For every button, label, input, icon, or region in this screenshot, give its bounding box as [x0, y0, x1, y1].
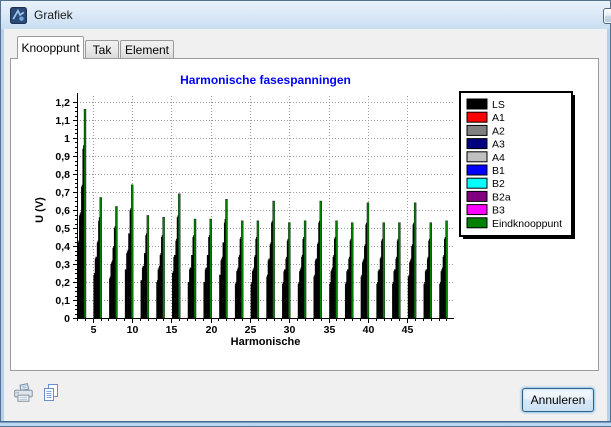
bar-Eindknooppunt — [147, 215, 149, 318]
bar-Eindknooppunt — [257, 221, 259, 318]
bar-Eindknooppunt — [84, 109, 86, 318]
chart-title: Harmonische fasespanningen — [180, 73, 351, 87]
bar-Eindknooppunt — [100, 197, 102, 318]
x-tick-label: 45 — [402, 324, 414, 336]
tab-element[interactable]: Element — [120, 40, 174, 58]
bar-Eindknooppunt — [304, 221, 306, 318]
print-icon — [13, 382, 35, 404]
legend-label: A2 — [492, 125, 505, 137]
y-tick-label: 0,2 — [55, 277, 70, 289]
dialog-window: Grafiek ✕ Knooppunt Tak Element 00,10,20… — [0, 0, 611, 427]
legend-label: B2a — [492, 191, 511, 203]
bar-Eindknooppunt — [115, 206, 117, 318]
bar-Eindknooppunt — [414, 203, 416, 318]
legend-label: B3 — [492, 205, 505, 217]
y-tick-label: 0,7 — [55, 187, 70, 199]
y-tick-label: 0,9 — [55, 151, 70, 163]
y-tick-label: 1,2 — [55, 97, 70, 109]
window-border-right — [607, 29, 611, 421]
legend-label: A1 — [492, 112, 505, 124]
window-title: Grafiek — [34, 8, 73, 22]
bar-Eindknooppunt — [225, 199, 227, 318]
bar-Eindknooppunt — [194, 219, 196, 318]
x-tick-label: 5 — [91, 324, 97, 336]
y-tick-label: 0,3 — [55, 259, 70, 271]
x-tick-label: 25 — [245, 324, 257, 336]
y-tick-label: 0,4 — [55, 241, 70, 253]
tab-tak[interactable]: Tak — [85, 40, 119, 58]
x-tick-label: 30 — [284, 324, 296, 336]
minimize-button[interactable] — [603, 8, 611, 24]
chart-svg: 0 0,1 0,2 0,3 0,4 0,5 0,6 0,7 0,8 0,9 1 1,1 1,2 5 10 15… — [10, 58, 599, 371]
x-tick-label: 40 — [363, 324, 375, 336]
window-border-left — [0, 29, 4, 421]
bar-Eindknooppunt — [383, 223, 385, 318]
copy-button[interactable] — [38, 381, 64, 407]
y-tick-label: 0,8 — [55, 169, 70, 181]
y-axis-label: U (V) — [34, 197, 46, 223]
legend-swatch — [467, 205, 487, 215]
y-tick-label: 0,1 — [55, 295, 70, 307]
copy-icon — [41, 383, 61, 403]
x-tick-label: 15 — [166, 324, 178, 336]
bar-Eindknooppunt — [273, 201, 275, 318]
legend-label: A4 — [492, 152, 505, 164]
x-tick-label: 35 — [324, 324, 336, 336]
legend-label: A3 — [492, 139, 505, 151]
legend-label: Eindknooppunt — [492, 218, 562, 230]
bar-Eindknooppunt — [320, 201, 322, 318]
x-tick-label: 10 — [127, 324, 139, 336]
legend-swatch — [467, 191, 487, 201]
bar-Eindknooppunt — [163, 217, 165, 318]
y-tick-label: 0,5 — [55, 223, 70, 235]
bar-Eindknooppunt — [367, 203, 369, 318]
y-tick-label: 1 — [64, 133, 70, 145]
bar-Eindknooppunt — [336, 221, 338, 318]
bar-Eindknooppunt — [131, 185, 133, 318]
cancel-button[interactable]: Annuleren — [522, 388, 594, 412]
bar-Eindknooppunt — [351, 223, 353, 318]
legend-swatch — [467, 152, 487, 162]
print-button[interactable] — [11, 381, 37, 407]
bar-Eindknooppunt — [178, 194, 180, 318]
legend-swatch — [467, 139, 487, 149]
y-tick-label: 1,1 — [55, 115, 70, 127]
tab-knooppunt[interactable]: Knooppunt — [17, 36, 84, 59]
window-border-bottom — [0, 421, 611, 427]
y-tick-label: 0 — [64, 313, 70, 325]
legend-swatch — [467, 178, 487, 188]
legend-swatch — [467, 165, 487, 175]
y-tick-label: 0,6 — [55, 205, 70, 217]
legend-label: B2 — [492, 178, 505, 190]
bar-Eindknooppunt — [210, 219, 212, 318]
bar-Eindknooppunt — [398, 223, 400, 318]
legend-swatch — [467, 112, 487, 122]
bar-Eindknooppunt — [446, 221, 448, 318]
legend-label: LS — [492, 99, 505, 111]
tab-page: 0 0,1 0,2 0,3 0,4 0,5 0,6 0,7 0,8 0,9 1 1,1 1,2 5 10 15… — [10, 58, 599, 371]
bar-Eindknooppunt — [241, 221, 243, 318]
legend-swatch — [467, 218, 487, 228]
legend-swatch — [467, 125, 487, 135]
legend-label: B1 — [492, 165, 505, 177]
x-tick-label: 20 — [206, 324, 218, 336]
x-axis-label: Harmonische — [231, 336, 301, 348]
app-icon — [10, 7, 27, 24]
bar-Eindknooppunt — [430, 223, 432, 318]
titlebar[interactable]: Grafiek ✕ — [1, 1, 610, 29]
bar-Eindknooppunt — [288, 223, 290, 318]
legend-swatch — [467, 99, 487, 109]
